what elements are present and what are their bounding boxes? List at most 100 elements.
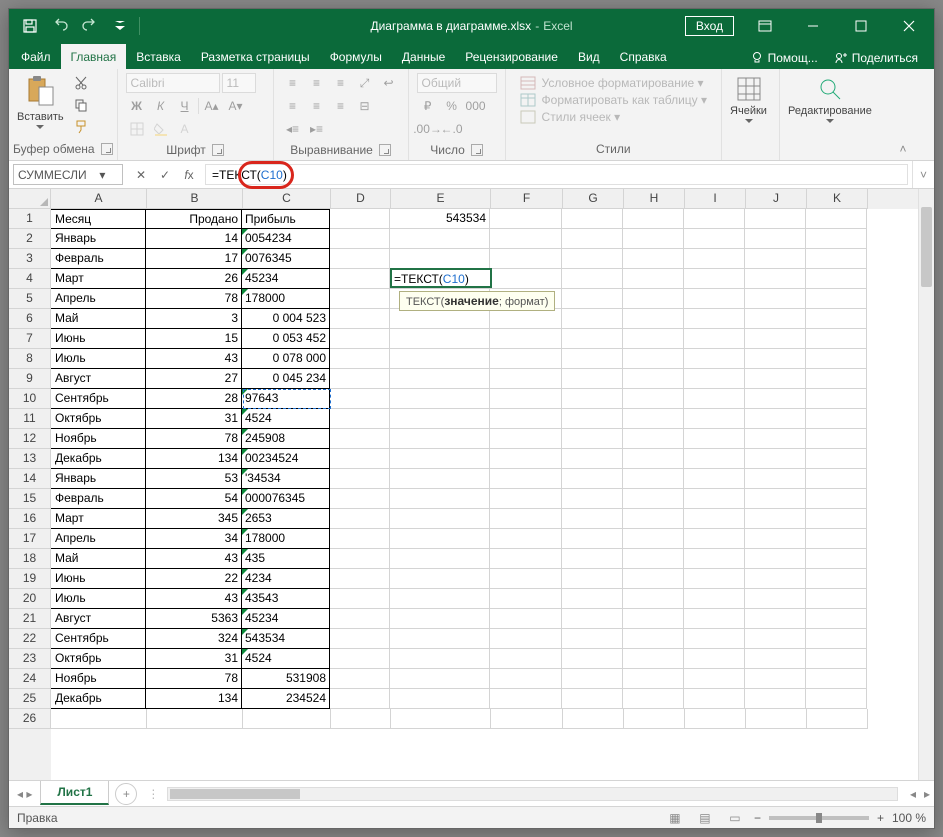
cell-F12[interactable] <box>490 429 562 449</box>
cell-E25[interactable] <box>390 689 490 709</box>
increase-font-icon[interactable]: A▴ <box>201 96 223 116</box>
col-header-K[interactable]: K <box>807 189 868 209</box>
cell-J15[interactable] <box>745 489 806 509</box>
cell-K18[interactable] <box>806 549 867 569</box>
cell-B4[interactable]: 26 <box>146 269 242 289</box>
wrap-text-icon[interactable]: ↩ <box>378 73 400 93</box>
row-header-15[interactable]: 15 <box>9 489 51 509</box>
cell-D6[interactable] <box>330 309 390 329</box>
cell-K14[interactable] <box>806 469 867 489</box>
cell-H8[interactable] <box>623 349 684 369</box>
cell-E10[interactable] <box>390 389 490 409</box>
cell-F21[interactable] <box>490 609 562 629</box>
cell-D26[interactable] <box>331 709 391 729</box>
cell-I2[interactable] <box>684 229 745 249</box>
cell-A12[interactable]: Ноябрь <box>50 429 146 449</box>
row-header-20[interactable]: 20 <box>9 589 51 609</box>
cell-B3[interactable]: 17 <box>146 249 242 269</box>
cell-J17[interactable] <box>745 529 806 549</box>
cell-G25[interactable] <box>562 689 623 709</box>
cell-H17[interactable] <box>623 529 684 549</box>
cell-H15[interactable] <box>623 489 684 509</box>
cell-K1[interactable] <box>806 209 867 229</box>
cell-H20[interactable] <box>623 589 684 609</box>
cell-F4[interactable] <box>490 269 562 289</box>
cell-F10[interactable] <box>490 389 562 409</box>
cell-J19[interactable] <box>745 569 806 589</box>
row-header-8[interactable]: 8 <box>9 349 51 369</box>
editing-button[interactable]: Редактирование <box>784 73 876 125</box>
cell-I26[interactable] <box>685 709 746 729</box>
tab-данные[interactable]: Данные <box>392 44 455 69</box>
cell-I1[interactable] <box>684 209 745 229</box>
cell-I22[interactable] <box>684 629 745 649</box>
cell-F9[interactable] <box>490 369 562 389</box>
tell-me-button[interactable]: Помощ... <box>744 47 824 69</box>
cell-K8[interactable] <box>806 349 867 369</box>
bold-icon[interactable]: Ж <box>126 96 148 116</box>
row-header-3[interactable]: 3 <box>9 249 51 269</box>
cell-G23[interactable] <box>562 649 623 669</box>
cell-D12[interactable] <box>330 429 390 449</box>
cell-G12[interactable] <box>562 429 623 449</box>
cell-H22[interactable] <box>623 629 684 649</box>
redo-icon[interactable] <box>77 13 103 39</box>
row-header-4[interactable]: 4 <box>9 269 51 289</box>
cell-E21[interactable] <box>390 609 490 629</box>
cell-F20[interactable] <box>490 589 562 609</box>
cell-F16[interactable] <box>490 509 562 529</box>
cell-E18[interactable] <box>390 549 490 569</box>
cell-I20[interactable] <box>684 589 745 609</box>
cell-H26[interactable] <box>624 709 685 729</box>
cell-G13[interactable] <box>562 449 623 469</box>
cell-G18[interactable] <box>562 549 623 569</box>
qat-customize-icon[interactable] <box>107 13 133 39</box>
cell-B25[interactable]: 134 <box>146 689 242 709</box>
cell-D10[interactable] <box>330 389 390 409</box>
cell-K5[interactable] <box>806 289 867 309</box>
row-header-22[interactable]: 22 <box>9 629 51 649</box>
cell-C1[interactable]: Прибыль <box>242 209 330 229</box>
cell-I3[interactable] <box>684 249 745 269</box>
cell-F11[interactable] <box>490 409 562 429</box>
borders-icon[interactable] <box>126 119 148 139</box>
cell-F7[interactable] <box>490 329 562 349</box>
cell-E26[interactable] <box>391 709 491 729</box>
tab-разметка страницы[interactable]: Разметка страницы <box>191 44 320 69</box>
row-header-12[interactable]: 12 <box>9 429 51 449</box>
cell-I7[interactable] <box>684 329 745 349</box>
cell-E6[interactable] <box>390 309 490 329</box>
cell-F26[interactable] <box>491 709 563 729</box>
row-header-18[interactable]: 18 <box>9 549 51 569</box>
cell-K17[interactable] <box>806 529 867 549</box>
cell-E20[interactable] <box>390 589 490 609</box>
align-right-icon[interactable]: ≡ <box>330 96 352 116</box>
cell-I21[interactable] <box>684 609 745 629</box>
cell-H3[interactable] <box>623 249 684 269</box>
cell-A9[interactable]: Август <box>50 369 146 389</box>
name-box[interactable]: СУММЕСЛИ▾ <box>13 164 123 185</box>
cell-J3[interactable] <box>745 249 806 269</box>
cell-J9[interactable] <box>745 369 806 389</box>
cell-B14[interactable]: 53 <box>146 469 242 489</box>
cell-F3[interactable] <box>490 249 562 269</box>
cell-E12[interactable] <box>390 429 490 449</box>
cell-B21[interactable]: 5363 <box>146 609 242 629</box>
cell-I16[interactable] <box>684 509 745 529</box>
row-header-5[interactable]: 5 <box>9 289 51 309</box>
cell-J14[interactable] <box>745 469 806 489</box>
cell-G1[interactable] <box>562 209 623 229</box>
cell-D18[interactable] <box>330 549 390 569</box>
cell-E24[interactable] <box>390 669 490 689</box>
row-header-2[interactable]: 2 <box>9 229 51 249</box>
cell-K2[interactable] <box>806 229 867 249</box>
undo-icon[interactable] <box>47 13 73 39</box>
cell-J5[interactable] <box>745 289 806 309</box>
align-launcher[interactable] <box>379 144 391 156</box>
cell-B5[interactable]: 78 <box>146 289 242 309</box>
cell-C24[interactable]: 531908 <box>242 669 330 689</box>
formula-input[interactable]: =ТЕКСТ(C10) <box>205 164 908 185</box>
fx-icon[interactable]: fx <box>179 165 199 185</box>
cell-H25[interactable] <box>623 689 684 709</box>
cell-F6[interactable] <box>490 309 562 329</box>
